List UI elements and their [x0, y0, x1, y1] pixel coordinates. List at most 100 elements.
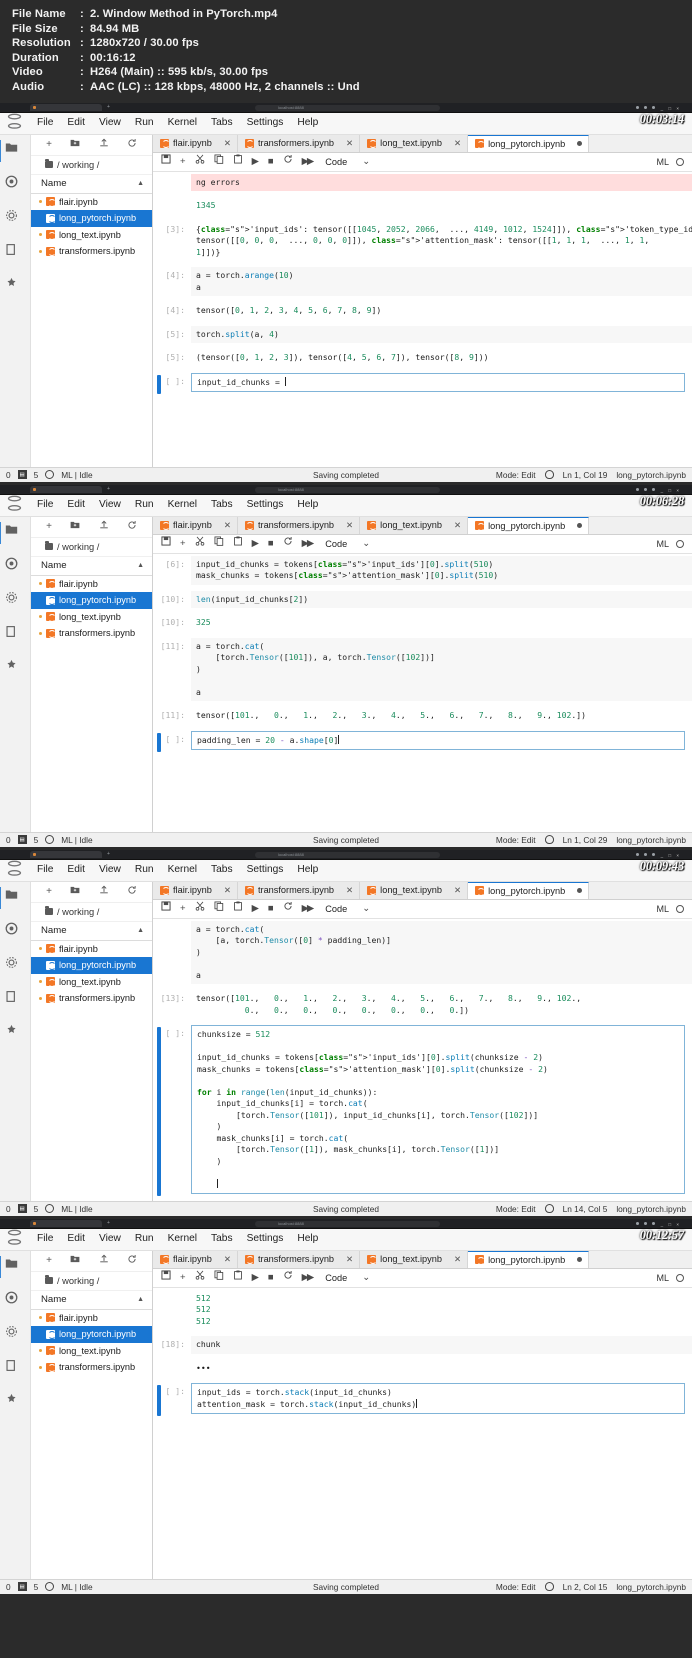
breadcrumb[interactable]: / working / [31, 156, 152, 175]
file-list-header[interactable]: Name ▲ [31, 557, 152, 576]
menu-item-kernel[interactable]: Kernel [161, 859, 204, 881]
tab-close-icon[interactable]: ✕ [454, 885, 461, 896]
chevron-down-icon[interactable]: ⌄ [362, 1268, 370, 1287]
restart-kernel-icon[interactable] [283, 152, 293, 171]
tab-close-icon[interactable]: ✕ [454, 1254, 461, 1265]
window-controls[interactable]: _ □ × [661, 488, 681, 493]
menu-item-run[interactable]: Run [128, 112, 161, 134]
tab-close-icon[interactable]: ✕ [346, 1254, 353, 1265]
tab-long_text-ipynb[interactable]: long_text.ipynb ✕ [360, 516, 469, 534]
tab-transformers-ipynb[interactable]: transformers.ipynb ✕ [237, 134, 361, 152]
cell-content[interactable]: input_ids = torch.stack(input_id_chunks)… [191, 1383, 685, 1415]
browser-icon[interactable] [652, 488, 655, 492]
open-tabs-icon[interactable] [5, 1359, 25, 1379]
menu-item-tabs[interactable]: Tabs [204, 494, 240, 516]
trust-shield-icon[interactable] [544, 835, 554, 845]
commands-icon[interactable] [5, 956, 25, 976]
cell-content[interactable]: a = torch.arange(10) a [191, 267, 692, 297]
new-launcher-icon[interactable]: + [46, 521, 52, 532]
menu-item-run[interactable]: Run [128, 859, 161, 881]
tab-close-icon[interactable]: ✕ [346, 885, 353, 896]
cell-content[interactable]: ng errors [191, 173, 692, 192]
menu-item-run[interactable]: Run [128, 494, 161, 516]
file-list-header[interactable]: Name ▲ [31, 922, 152, 941]
cut-icon[interactable] [195, 899, 205, 918]
menu-item-tabs[interactable]: Tabs [204, 112, 240, 134]
menu-item-view[interactable]: View [92, 859, 128, 881]
cut-icon[interactable] [195, 152, 205, 171]
browser-tab[interactable] [30, 486, 102, 494]
tab-close-icon[interactable]: ✕ [346, 520, 353, 531]
menu-item-view[interactable]: View [92, 494, 128, 516]
refresh-icon[interactable] [127, 885, 137, 898]
tab-close-icon[interactable]: ✕ [224, 885, 231, 896]
tab-close-icon[interactable]: ✕ [346, 138, 353, 149]
breadcrumb[interactable]: / working / [31, 903, 152, 922]
running-kernels-icon[interactable] [5, 557, 25, 577]
cell-content[interactable]: tensor([101., 0., 1., 2., 3., 4., 5., 6.… [191, 707, 692, 725]
running-kernels-icon[interactable] [5, 175, 25, 195]
cell-content[interactable]: chunk [191, 1336, 692, 1354]
restart-run-all-icon[interactable]: ▶▶ [302, 1268, 315, 1287]
open-tabs-icon[interactable] [5, 243, 25, 263]
restart-kernel-icon[interactable] [283, 534, 293, 553]
notebook-cell[interactable]: [5]: torch.split(a, 4) [153, 325, 692, 344]
cell-content[interactable]: a = torch.cat( [a, torch.Tensor([0] * pa… [191, 920, 692, 985]
menu-item-settings[interactable]: Settings [240, 859, 291, 881]
file-list-header[interactable]: Name ▲ [31, 175, 152, 194]
file-list-item[interactable]: transformers.ipynb [31, 990, 152, 1007]
browser-icon[interactable] [644, 1222, 647, 1226]
insert-cell-icon[interactable]: + [180, 1268, 186, 1287]
notebook-cell[interactable]: ng errors [153, 173, 692, 192]
file-list-item[interactable]: flair.ipynb [31, 941, 152, 958]
kernel-name-label[interactable]: ML [656, 904, 669, 914]
browser-tab[interactable] [30, 1220, 102, 1228]
notebook-cell[interactable]: [ ]: chunksize = 512 input_id_chunks = t… [153, 1025, 692, 1197]
extensions-icon[interactable] [5, 277, 25, 297]
kernel-name-label[interactable]: ML [656, 1273, 669, 1283]
paste-icon[interactable] [233, 152, 243, 171]
cell-content[interactable]: input_id_chunks = tokens[class="s">'inpu… [191, 555, 692, 585]
tab-transformers-ipynb[interactable]: transformers.ipynb ✕ [237, 1250, 361, 1268]
file-list-item[interactable]: long_pytorch.ipynb [31, 210, 152, 227]
notebook-cell[interactable]: [18]: chunk [153, 1336, 692, 1354]
browser-icon[interactable] [652, 853, 655, 857]
commands-icon[interactable] [5, 591, 25, 611]
notebook-cell[interactable]: a = torch.cat( [a, torch.Tensor([0] * pa… [153, 920, 692, 985]
refresh-icon[interactable] [127, 138, 137, 151]
running-kernels-icon[interactable] [5, 1291, 25, 1311]
paste-icon[interactable] [233, 534, 243, 553]
menu-item-help[interactable]: Help [290, 859, 325, 881]
save-icon[interactable] [161, 152, 171, 171]
tab-close-icon[interactable]: ✕ [224, 1254, 231, 1265]
menu-item-run[interactable]: Run [128, 1228, 161, 1250]
notebook-cell[interactable]: [11]: tensor([101., 0., 1., 2., 3., 4., … [153, 707, 692, 725]
restart-kernel-icon[interactable] [283, 899, 293, 918]
cell-content[interactable]: 512 512 512 [191, 1289, 692, 1331]
insert-cell-icon[interactable]: + [180, 899, 186, 918]
insert-cell-icon[interactable]: + [180, 534, 186, 553]
trust-shield-icon[interactable] [544, 1582, 554, 1592]
new-folder-icon[interactable] [70, 1254, 80, 1267]
breadcrumb[interactable]: / working / [31, 538, 152, 557]
new-folder-icon[interactable] [70, 885, 80, 898]
cell-type-select[interactable]: Code [325, 157, 347, 167]
menu-item-kernel[interactable]: Kernel [161, 494, 204, 516]
menu-item-settings[interactable]: Settings [240, 494, 291, 516]
notebook-cell[interactable]: [13]: tensor([101., 0., 1., 2., 3., 4., … [153, 990, 692, 1020]
new-folder-icon[interactable] [70, 520, 80, 533]
window-controls[interactable]: _ □ × [661, 853, 681, 858]
save-icon[interactable] [161, 899, 171, 918]
window-controls[interactable]: _ □ × [661, 1222, 681, 1227]
file-list-item[interactable]: flair.ipynb [31, 1310, 152, 1327]
new-launcher-icon[interactable]: + [46, 1255, 52, 1266]
menu-item-view[interactable]: View [92, 1228, 128, 1250]
file-list-item[interactable]: flair.ipynb [31, 194, 152, 211]
file-list-item[interactable]: long_text.ipynb [31, 1343, 152, 1360]
tab-dirty-indicator-icon[interactable] [577, 523, 583, 529]
copy-icon[interactable] [214, 152, 224, 171]
trust-shield-icon[interactable] [544, 470, 554, 480]
upload-icon[interactable] [99, 138, 109, 151]
notebook-cell[interactable]: [ ]: input_ids = torch.stack(input_id_ch… [153, 1383, 692, 1417]
run-icon[interactable]: ▶ [252, 1268, 259, 1287]
